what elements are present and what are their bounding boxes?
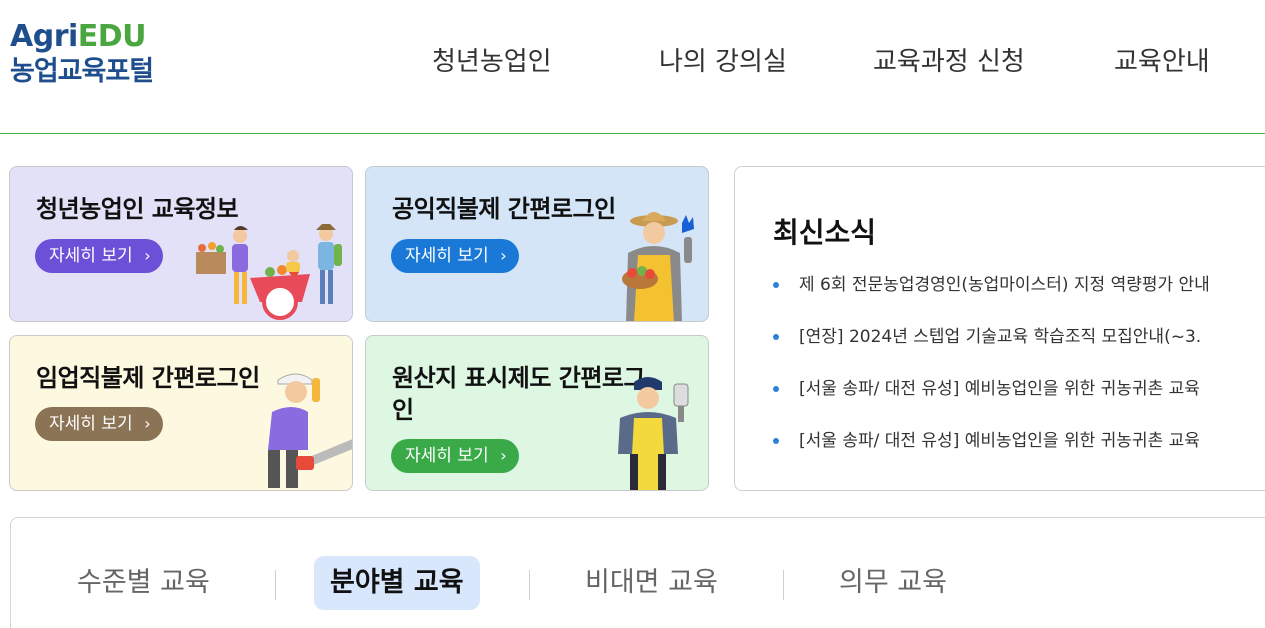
tab-divider xyxy=(529,570,530,600)
card-title: 공익직불제 간편로그인 xyxy=(392,195,616,223)
card-title-line2: 인 xyxy=(392,396,414,424)
bullet-icon xyxy=(773,438,779,444)
worker-in-apron-illustration xyxy=(618,377,689,490)
agriedu-logo[interactable]: AgriEDU 농업교육포털 xyxy=(10,20,190,100)
tab-divider xyxy=(783,570,784,600)
news-item-text: 제 6회 전문농업경영인(농업마이스터) 지정 역량평가 안내 xyxy=(799,275,1210,295)
tab-divider xyxy=(275,570,276,600)
logo-agri: Agri xyxy=(10,19,78,54)
details-button-label: 자세히 보기 xyxy=(49,246,133,266)
news-item-text: [서울 송파/ 대전 유성] 예비농업인을 위한 귀농귀촌 교육 xyxy=(799,431,1200,451)
tab-online-education[interactable]: 비대면 교육 xyxy=(585,556,718,610)
card-forestry-direct-payment-login[interactable]: 임업직불제 간편로그인 자세히 보기 › xyxy=(9,335,353,491)
news-item-text: [서울 송파/ 대전 유성] 예비농업인을 위한 귀농귀촌 교육 xyxy=(799,379,1200,399)
details-button[interactable]: 자세히 보기 › xyxy=(35,239,163,273)
forester-chainsaw-illustration xyxy=(268,373,352,488)
bullet-icon xyxy=(773,334,779,340)
news-item[interactable]: [서울 송파/ 대전 유성] 예비농업인을 위한 귀농귀촌 교육 xyxy=(773,427,1258,455)
card-origin-labeling-login[interactable]: 원산지 표시제도 간편로그 인 자세히 보기 › xyxy=(365,335,709,491)
details-button[interactable]: 자세히 보기 › xyxy=(391,239,519,273)
news-title: 최신소식 xyxy=(773,216,877,249)
card-title: 청년농업인 교육정보 xyxy=(36,195,239,223)
details-button-label: 자세히 보기 xyxy=(405,246,489,266)
logo-edu: EDU xyxy=(77,19,147,54)
chevron-right-icon: › xyxy=(500,446,507,465)
card-public-direct-payment-login[interactable]: 공익직불제 간편로그인 자세히 보기 › xyxy=(365,166,709,322)
card-young-farmer-info[interactable]: 청년농업인 교육정보 자세히 보기 › xyxy=(9,166,353,322)
nav-young-farmer[interactable]: 청년농업인 xyxy=(432,40,552,84)
news-item-text: [연장] 2024년 스텝업 기술교육 학습조직 모집안내(~3. xyxy=(799,327,1202,347)
farmer-with-vegetables-illustration xyxy=(622,212,694,321)
tab-level-education[interactable]: 수준별 교육 xyxy=(77,556,210,610)
card-title: 임업직불제 간편로그인 xyxy=(36,364,260,392)
details-button-label: 자세히 보기 xyxy=(49,414,133,434)
logo-subtitle: 농업교육포털 xyxy=(10,56,154,87)
chevron-right-icon: › xyxy=(144,246,151,265)
nav-education-guide[interactable]: 교육안내 xyxy=(1114,40,1210,84)
logo-wordmark: AgriEDU xyxy=(10,20,190,54)
news-item[interactable]: 제 6회 전문농업경영인(농업마이스터) 지정 역량평가 안내 xyxy=(773,271,1258,299)
bullet-icon xyxy=(773,386,779,392)
tab-field-education[interactable]: 분야별 교육 xyxy=(314,556,480,610)
nav-course-application[interactable]: 교육과정 신청 xyxy=(873,40,1025,84)
details-button[interactable]: 자세히 보기 › xyxy=(391,439,519,473)
nav-my-classroom[interactable]: 나의 강의실 xyxy=(659,40,787,84)
site-header: AgriEDU 농업교육포털 청년농업인 나의 강의실 교육과정 신청 교육안내 xyxy=(0,0,1265,134)
bullet-icon xyxy=(773,282,779,288)
details-button[interactable]: 자세히 보기 › xyxy=(35,407,163,441)
chevron-right-icon: › xyxy=(500,246,507,265)
tab-mandatory-education[interactable]: 의무 교육 xyxy=(839,556,947,610)
education-category-tabs: 수준별 교육 분야별 교육 비대면 교육 의무 교육 xyxy=(10,517,1265,628)
news-item[interactable]: [연장] 2024년 스텝업 기술교육 학습조직 모집안내(~3. xyxy=(773,323,1258,351)
news-item[interactable]: [서울 송파/ 대전 유성] 예비농업인을 위한 귀농귀촌 교육 xyxy=(773,375,1258,403)
latest-news-panel: 최신소식 제 6회 전문농업경영인(농업마이스터) 지정 역량평가 안내 [연장… xyxy=(734,166,1265,491)
chevron-right-icon: › xyxy=(144,414,151,433)
farmers-wheelbarrow-illustration xyxy=(196,224,342,320)
details-button-label: 자세히 보기 xyxy=(405,446,489,466)
